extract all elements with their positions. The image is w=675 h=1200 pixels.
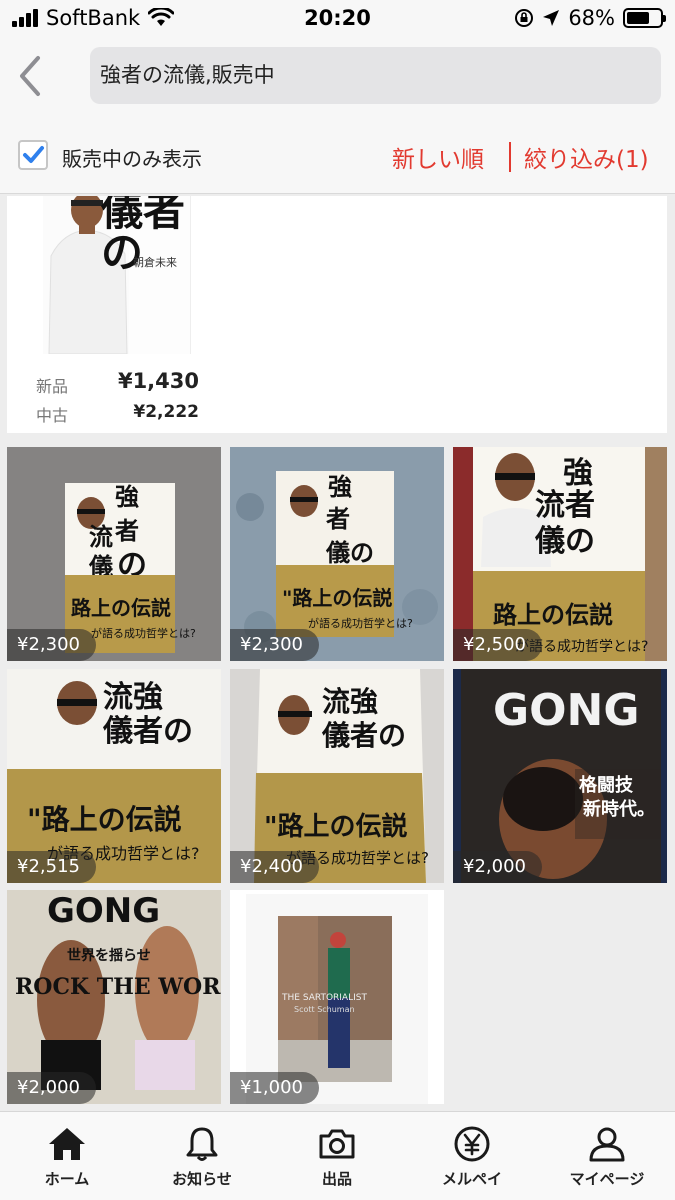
- svg-text:GONG: GONG: [47, 891, 160, 931]
- tab-label: メルペイ: [441, 1170, 502, 1188]
- svg-text:世界を揺らせ: 世界を揺らせ: [67, 947, 151, 964]
- item-price-badge: ¥2,000: [453, 851, 542, 883]
- cover-author-text: 朝倉未来: [133, 256, 177, 269]
- tab-sell[interactable]: 出品: [277, 1126, 397, 1189]
- svg-text:強: 強: [115, 482, 139, 511]
- location-icon: [543, 10, 560, 26]
- chevron-left-icon: [20, 56, 40, 96]
- checkmark-icon: [23, 146, 44, 163]
- svg-text:流強: 流強: [103, 680, 163, 715]
- status-bar: SoftBank 20:20 68%: [0, 0, 675, 38]
- svg-text:儀の: 儀の: [325, 538, 374, 567]
- svg-text:"路上の伝説: "路上の伝説: [264, 811, 408, 842]
- item-card[interactable]: GONG 格闘技 新時代。 ¥2,000: [453, 669, 667, 883]
- tab-label: 出品: [321, 1170, 352, 1188]
- svg-text:ROCK THE WORLD: ROCK THE WORLD: [15, 974, 221, 1000]
- svg-text:流: 流: [89, 522, 113, 551]
- svg-text:者: 者: [115, 516, 139, 545]
- svg-text:強: 強: [563, 456, 593, 491]
- sort-button[interactable]: 新しい順: [392, 140, 484, 174]
- tab-mypage[interactable]: マイページ: [547, 1126, 667, 1189]
- item-card[interactable]: 強 流者 儀の 路上の伝説 が語る成功哲学とは? ¥2,500: [453, 447, 667, 661]
- svg-text:が語る成功哲学とは?: が語る成功哲学とは?: [91, 626, 196, 640]
- svg-text:が語る成功哲学とは?: が語る成功哲学とは?: [308, 616, 413, 630]
- used-condition-label: 中古: [36, 406, 69, 425]
- svg-text:流者: 流者: [535, 488, 595, 523]
- item-card[interactable]: 強 流 者 儀 の 路上の伝説 が語る成功哲学とは? ¥2,300: [7, 447, 221, 661]
- rotation-lock-icon: [515, 9, 534, 27]
- search-input[interactable]: 強者の流儀,販売中: [90, 47, 661, 104]
- svg-text:路上の伝説: 路上の伝説: [493, 600, 613, 629]
- used-price: ¥2,222: [133, 402, 199, 422]
- home-icon: [49, 1128, 85, 1160]
- svg-text:強: 強: [328, 472, 352, 501]
- item-price-badge: ¥2,400: [230, 851, 319, 883]
- svg-text:者: 者: [326, 504, 350, 533]
- item-price-badge: ¥2,000: [7, 1072, 96, 1104]
- bottom-tab-bar: ホーム お知らせ 出品 メルペイ マイページ: [0, 1111, 675, 1200]
- item-price-badge: ¥2,300: [7, 629, 96, 661]
- on-sale-only-checkbox[interactable]: [18, 140, 48, 170]
- svg-text:Scott Schuman: Scott Schuman: [294, 1005, 355, 1014]
- svg-text:格闘技: 格闘技: [579, 774, 634, 796]
- svg-text:新時代。: 新時代。: [583, 798, 655, 820]
- tab-label: ホーム: [44, 1170, 90, 1188]
- item-card[interactable]: GONG 世界を揺らせ ROCK THE WORLD ¥2,000: [7, 890, 221, 1104]
- tab-merpay[interactable]: メルペイ: [412, 1126, 532, 1189]
- book-cover-image: 儀者の 朝倉未来: [43, 196, 191, 354]
- tab-label: マイページ: [569, 1170, 645, 1188]
- person-icon: [589, 1127, 625, 1162]
- battery-percent: 68%: [568, 6, 615, 30]
- svg-text:儀の: 儀の: [534, 524, 595, 559]
- svg-text:路上の伝説: 路上の伝説: [71, 596, 171, 620]
- item-price-badge: ¥2,515: [7, 851, 96, 883]
- item-card[interactable]: 強 者 儀の "路上の伝説 が語る成功哲学とは? ¥2,300: [230, 447, 444, 661]
- item-price-badge: ¥2,300: [230, 629, 319, 661]
- item-card[interactable]: 流強 儀者の "路上の伝説 が語る成功哲学とは? ¥2,400: [230, 669, 444, 883]
- tab-label: お知らせ: [172, 1170, 232, 1188]
- tab-home[interactable]: ホーム: [7, 1126, 127, 1189]
- filter-button[interactable]: 絞り込み(1): [524, 140, 649, 174]
- on-sale-only-label[interactable]: 販売中のみ表示: [62, 143, 202, 172]
- svg-text:儀者の: 儀者の: [102, 714, 193, 749]
- bell-icon: [186, 1127, 218, 1161]
- item-price-badge: ¥2,500: [453, 629, 542, 661]
- camera-icon: [319, 1129, 355, 1159]
- filter-divider: [509, 142, 511, 172]
- svg-text:"路上の伝説: "路上の伝説: [27, 803, 182, 836]
- svg-text:"路上の伝説: "路上の伝説: [282, 586, 392, 610]
- new-condition-label: 新品: [36, 377, 69, 396]
- item-price-badge: ¥1,000: [230, 1072, 319, 1104]
- battery-icon: [623, 8, 666, 28]
- catalog-product-card[interactable]: 儀者の 朝倉未来 新品 ¥1,430 中古 ¥2,222: [7, 196, 667, 433]
- search-header: 強者の流儀,販売中: [0, 38, 675, 114]
- svg-text:流強: 流強: [322, 685, 378, 718]
- svg-text:儀者の: 儀者の: [321, 719, 406, 752]
- yen-icon: [454, 1126, 490, 1162]
- battery-level: [627, 12, 649, 24]
- item-card[interactable]: 流強 儀者の "路上の伝説 が語る成功哲学とは? ¥2,515: [7, 669, 221, 883]
- svg-text:GONG: GONG: [493, 685, 639, 736]
- tab-notifications[interactable]: お知らせ: [142, 1126, 262, 1189]
- new-price: ¥1,430: [117, 369, 199, 393]
- back-button[interactable]: [12, 52, 52, 100]
- svg-text:THE SARTORIALIST: THE SARTORIALIST: [281, 993, 367, 1003]
- item-card[interactable]: THE SARTORIALIST Scott Schuman ¥1,000: [230, 890, 444, 1104]
